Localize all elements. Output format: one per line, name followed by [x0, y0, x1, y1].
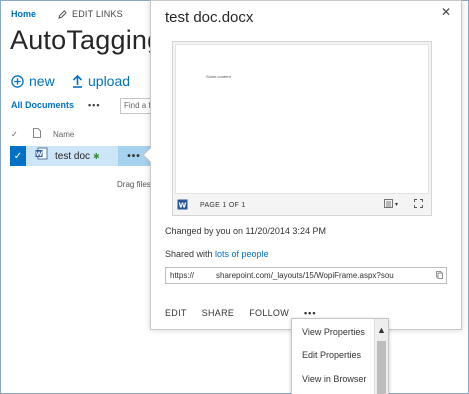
- plus-circle-icon: [11, 74, 24, 88]
- page-indicator: PAGE 1 OF 1: [200, 201, 246, 209]
- word-icon: W: [177, 199, 188, 212]
- top-nav: Home EDIT LINKS: [11, 9, 123, 19]
- upload-button[interactable]: upload: [72, 73, 130, 89]
- select-all-checkmark-icon[interactable]: ✓: [11, 130, 23, 139]
- new-label: new: [29, 73, 55, 89]
- callout-title: test doc.docx: [165, 9, 254, 26]
- menu-item-view-in-browser[interactable]: View in Browser: [302, 374, 366, 384]
- svg-text:W: W: [36, 151, 43, 158]
- menu-item-edit-properties[interactable]: Edit Properties: [302, 350, 361, 360]
- document-url-field[interactable]: https:// sharepoint.com/_layouts/15/WopiF…: [165, 267, 447, 284]
- callout-actions: EDIT SHARE FOLLOW •••: [165, 308, 331, 318]
- column-header: ✓ Name: [11, 128, 74, 140]
- expand-icon[interactable]: [414, 199, 423, 210]
- preview-page-text: Some content: [206, 74, 231, 79]
- file-name-link[interactable]: test doc: [55, 151, 90, 162]
- home-link[interactable]: Home: [11, 9, 36, 19]
- all-documents-view[interactable]: All Documents: [11, 100, 74, 110]
- follow-button[interactable]: FOLLOW: [249, 308, 289, 318]
- shared-people-link[interactable]: lots of people: [215, 249, 269, 259]
- copy-icon[interactable]: [436, 271, 443, 281]
- view-menu-icon[interactable]: [384, 199, 393, 210]
- scroll-thumb[interactable]: [377, 341, 386, 394]
- new-item-icon: ✱: [93, 151, 100, 161]
- view-selector: All Documents •••: [11, 100, 100, 110]
- svg-text:W: W: [179, 201, 187, 209]
- edit-links-label: EDIT LINKS: [72, 9, 123, 19]
- edit-button[interactable]: EDIT: [165, 308, 187, 318]
- close-icon[interactable]: ✕: [441, 5, 451, 19]
- row-checkmark-icon[interactable]: ✓: [10, 146, 26, 166]
- new-button[interactable]: new: [11, 73, 55, 89]
- preview-controls: ▾: [384, 199, 423, 210]
- url-start: https://: [170, 271, 195, 280]
- more-actions-button[interactable]: •••: [304, 308, 316, 318]
- name-column-header[interactable]: Name: [53, 130, 74, 139]
- preview-toolbar: W PAGE 1 OF 1 ▾: [173, 195, 431, 215]
- url-end: sharepoint.com/_layouts/15/WopiFrame.asp…: [216, 271, 394, 280]
- document-preview[interactable]: Some content W PAGE 1 OF 1 ▾: [172, 41, 432, 216]
- more-actions-menu: View Properties Edit Properties View in …: [291, 318, 389, 394]
- scroll-up-icon[interactable]: ▲: [377, 325, 386, 335]
- view-more-button[interactable]: •••: [88, 100, 100, 110]
- document-callout: test doc.docx ✕ Some content W PAGE 1 OF…: [150, 0, 462, 330]
- shared-prefix: Shared with: [165, 249, 216, 259]
- changed-info: Changed by you on 11/20/2014 3:24 PM: [165, 226, 326, 236]
- edit-links-button[interactable]: EDIT LINKS: [58, 9, 123, 19]
- menu-item-view-properties[interactable]: View Properties: [302, 327, 365, 337]
- page-title: AutoTagging: [10, 25, 163, 55]
- document-row[interactable]: ✓ W test doc ✱ •••: [10, 146, 150, 166]
- chevron-down-icon[interactable]: ▾: [395, 201, 398, 208]
- pencil-icon: [58, 9, 67, 19]
- callout-beak-inner: [144, 147, 152, 163]
- preview-page: Some content: [175, 44, 429, 194]
- upload-arrow-icon: [72, 74, 83, 88]
- shared-info: Shared with lots of people: [165, 249, 269, 259]
- menu-scrollbar[interactable]: ▲: [374, 319, 388, 394]
- upload-label: upload: [88, 73, 131, 89]
- drag-files-hint: Drag files: [117, 180, 151, 189]
- document-type-icon: [33, 128, 41, 140]
- word-document-icon: W: [35, 147, 48, 165]
- share-button[interactable]: SHARE: [202, 308, 235, 318]
